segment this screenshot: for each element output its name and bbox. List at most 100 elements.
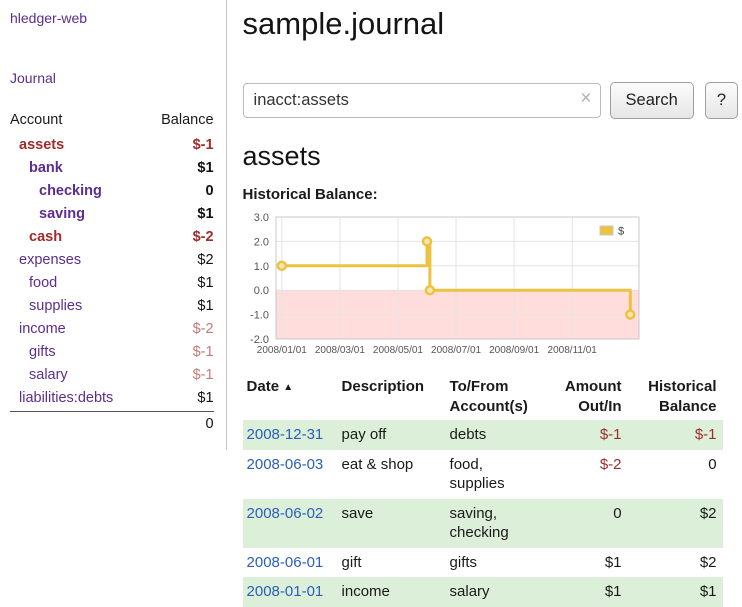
account-row-expenses: expenses $2 <box>10 248 214 271</box>
accounts-header-account: Account <box>10 112 62 128</box>
date-link[interactable]: 2008-06-02 <box>247 505 324 522</box>
date-link[interactable]: 2008-01-01 <box>247 583 324 600</box>
register-header-row: Date ▲ Description To/From Account(s) Am… <box>243 375 723 420</box>
cell-date: 2008-06-01 <box>243 548 338 578</box>
account-row-income: income $-2 <box>10 317 214 340</box>
account-balance: $-1 <box>193 137 214 153</box>
account-link-expenses[interactable]: expenses <box>19 252 81 268</box>
cell-accounts: gifts <box>446 548 546 578</box>
account-balance: $1 <box>197 160 213 176</box>
account-link-cash[interactable]: cash <box>29 229 62 245</box>
page-title: sample.journal <box>243 6 738 42</box>
svg-text:2.0: 2.0 <box>253 236 268 248</box>
header-amount: Amount Out/In <box>546 375 628 420</box>
svg-text:2008/11/01: 2008/11/01 <box>547 345 597 356</box>
account-balance: $-2 <box>193 321 214 337</box>
cell-amount: $-1 <box>546 420 628 450</box>
account-link-supplies[interactable]: supplies <box>29 298 82 314</box>
account-row-food: food $1 <box>10 271 214 294</box>
account-row-saving: saving $1 <box>10 202 214 225</box>
app-title-link[interactable]: hledger-web <box>10 10 214 26</box>
sidebar-item-journal[interactable]: Journal <box>10 70 214 86</box>
cell-date: 2008-06-02 <box>243 499 338 548</box>
cell-balance: $2 <box>628 548 723 578</box>
cell-description: pay off <box>338 420 446 450</box>
header-date-label: Date <box>247 378 280 395</box>
cell-accounts: salary <box>446 577 546 607</box>
account-link-salary[interactable]: salary <box>29 367 68 383</box>
cell-description: income <box>338 577 446 607</box>
cell-amount: 0 <box>546 499 628 548</box>
account-balance: $1 <box>197 390 213 406</box>
register-table: Date ▲ Description To/From Account(s) Am… <box>243 375 723 607</box>
clear-search-icon[interactable]: × <box>580 88 591 110</box>
svg-text:-1.0: -1.0 <box>250 310 269 322</box>
account-balance: $1 <box>197 298 213 314</box>
account-link-food[interactable]: food <box>29 275 57 291</box>
accounts-total: 0 <box>205 416 213 432</box>
account-link-gifts[interactable]: gifts <box>29 344 56 360</box>
account-link-assets[interactable]: assets <box>19 137 64 153</box>
register-row: 2008-01-01 income salary $1 $1 <box>243 577 723 607</box>
date-link[interactable]: 2008-12-31 <box>247 426 324 443</box>
svg-text:3.0: 3.0 <box>253 212 268 224</box>
account-balance: $-1 <box>193 367 214 383</box>
header-date[interactable]: Date ▲ <box>243 375 338 420</box>
account-heading: assets <box>243 141 738 172</box>
cell-accounts: saving, checking <box>446 499 546 548</box>
account-link-liabilities-debts[interactable]: liabilities:debts <box>19 390 113 406</box>
account-balance: $-2 <box>193 229 214 245</box>
accounts-total-row: 0 <box>10 411 214 436</box>
account-row-liabilities-debts: liabilities:debts $1 <box>10 386 214 409</box>
svg-text:1.0: 1.0 <box>253 261 268 273</box>
account-balance: $-1 <box>193 344 214 360</box>
register-row: 2008-06-01 gift gifts $1 $2 <box>243 548 723 578</box>
account-row-gifts: gifts $-1 <box>10 340 214 363</box>
svg-text:2008/03/01: 2008/03/01 <box>314 345 364 356</box>
svg-text:2008/09/01: 2008/09/01 <box>489 345 539 356</box>
account-link-checking[interactable]: checking <box>39 183 102 199</box>
hledger-web-app: hledger-web Journal Account Balance asse… <box>0 0 742 607</box>
cell-balance: $1 <box>628 577 723 607</box>
sort-asc-icon: ▲ <box>283 382 293 393</box>
accounts-table-header: Account Balance <box>10 108 214 133</box>
header-description: Description <box>338 375 446 420</box>
cell-date: 2008-12-31 <box>243 420 338 450</box>
svg-text:2008/07/01: 2008/07/01 <box>431 345 481 356</box>
main-content: sample.journal × Search ? assets Histori… <box>227 0 742 607</box>
svg-text:2008/01/01: 2008/01/01 <box>256 345 306 356</box>
cell-amount: $1 <box>546 577 628 607</box>
svg-text:0.0: 0.0 <box>253 285 268 297</box>
cell-description: eat & shop <box>338 450 446 499</box>
header-accounts: To/From Account(s) <box>446 375 546 420</box>
cell-date: 2008-01-01 <box>243 577 338 607</box>
sidebar: hledger-web Journal Account Balance asse… <box>0 0 227 450</box>
accounts-header-balance: Balance <box>161 112 213 128</box>
cell-date: 2008-06-03 <box>243 450 338 499</box>
register-row: 2008-06-02 save saving, checking 0 $2 <box>243 499 723 548</box>
svg-text:$: $ <box>618 226 624 238</box>
date-link[interactable]: 2008-06-01 <box>247 554 324 571</box>
account-row-salary: salary $-1 <box>10 363 214 386</box>
account-balance: $2 <box>197 252 213 268</box>
register-row: 2008-06-03 eat & shop food, supplies $-2… <box>243 450 723 499</box>
account-link-saving[interactable]: saving <box>39 206 85 222</box>
account-link-bank[interactable]: bank <box>29 160 63 176</box>
account-row-bank: bank $1 <box>10 156 214 179</box>
cell-amount: $-2 <box>546 450 628 499</box>
svg-text:2008/05/01: 2008/05/01 <box>372 345 422 356</box>
account-balance: $1 <box>197 275 213 291</box>
search-button[interactable]: Search <box>610 82 694 119</box>
account-balance: $1 <box>197 206 213 222</box>
cell-amount: $1 <box>546 548 628 578</box>
cell-accounts: debts <box>446 420 546 450</box>
search-input[interactable] <box>243 83 601 118</box>
historical-balance-chart: 3.02.01.00.0-1.0-2.02008/01/012008/03/01… <box>243 209 645 359</box>
account-balance: 0 <box>205 183 213 199</box>
help-button[interactable]: ? <box>705 82 738 119</box>
search-box: × <box>243 83 601 118</box>
date-link[interactable]: 2008-06-03 <box>247 456 324 473</box>
cell-description: save <box>338 499 446 548</box>
account-row-cash: cash $-2 <box>10 225 214 248</box>
account-link-income[interactable]: income <box>19 321 66 337</box>
